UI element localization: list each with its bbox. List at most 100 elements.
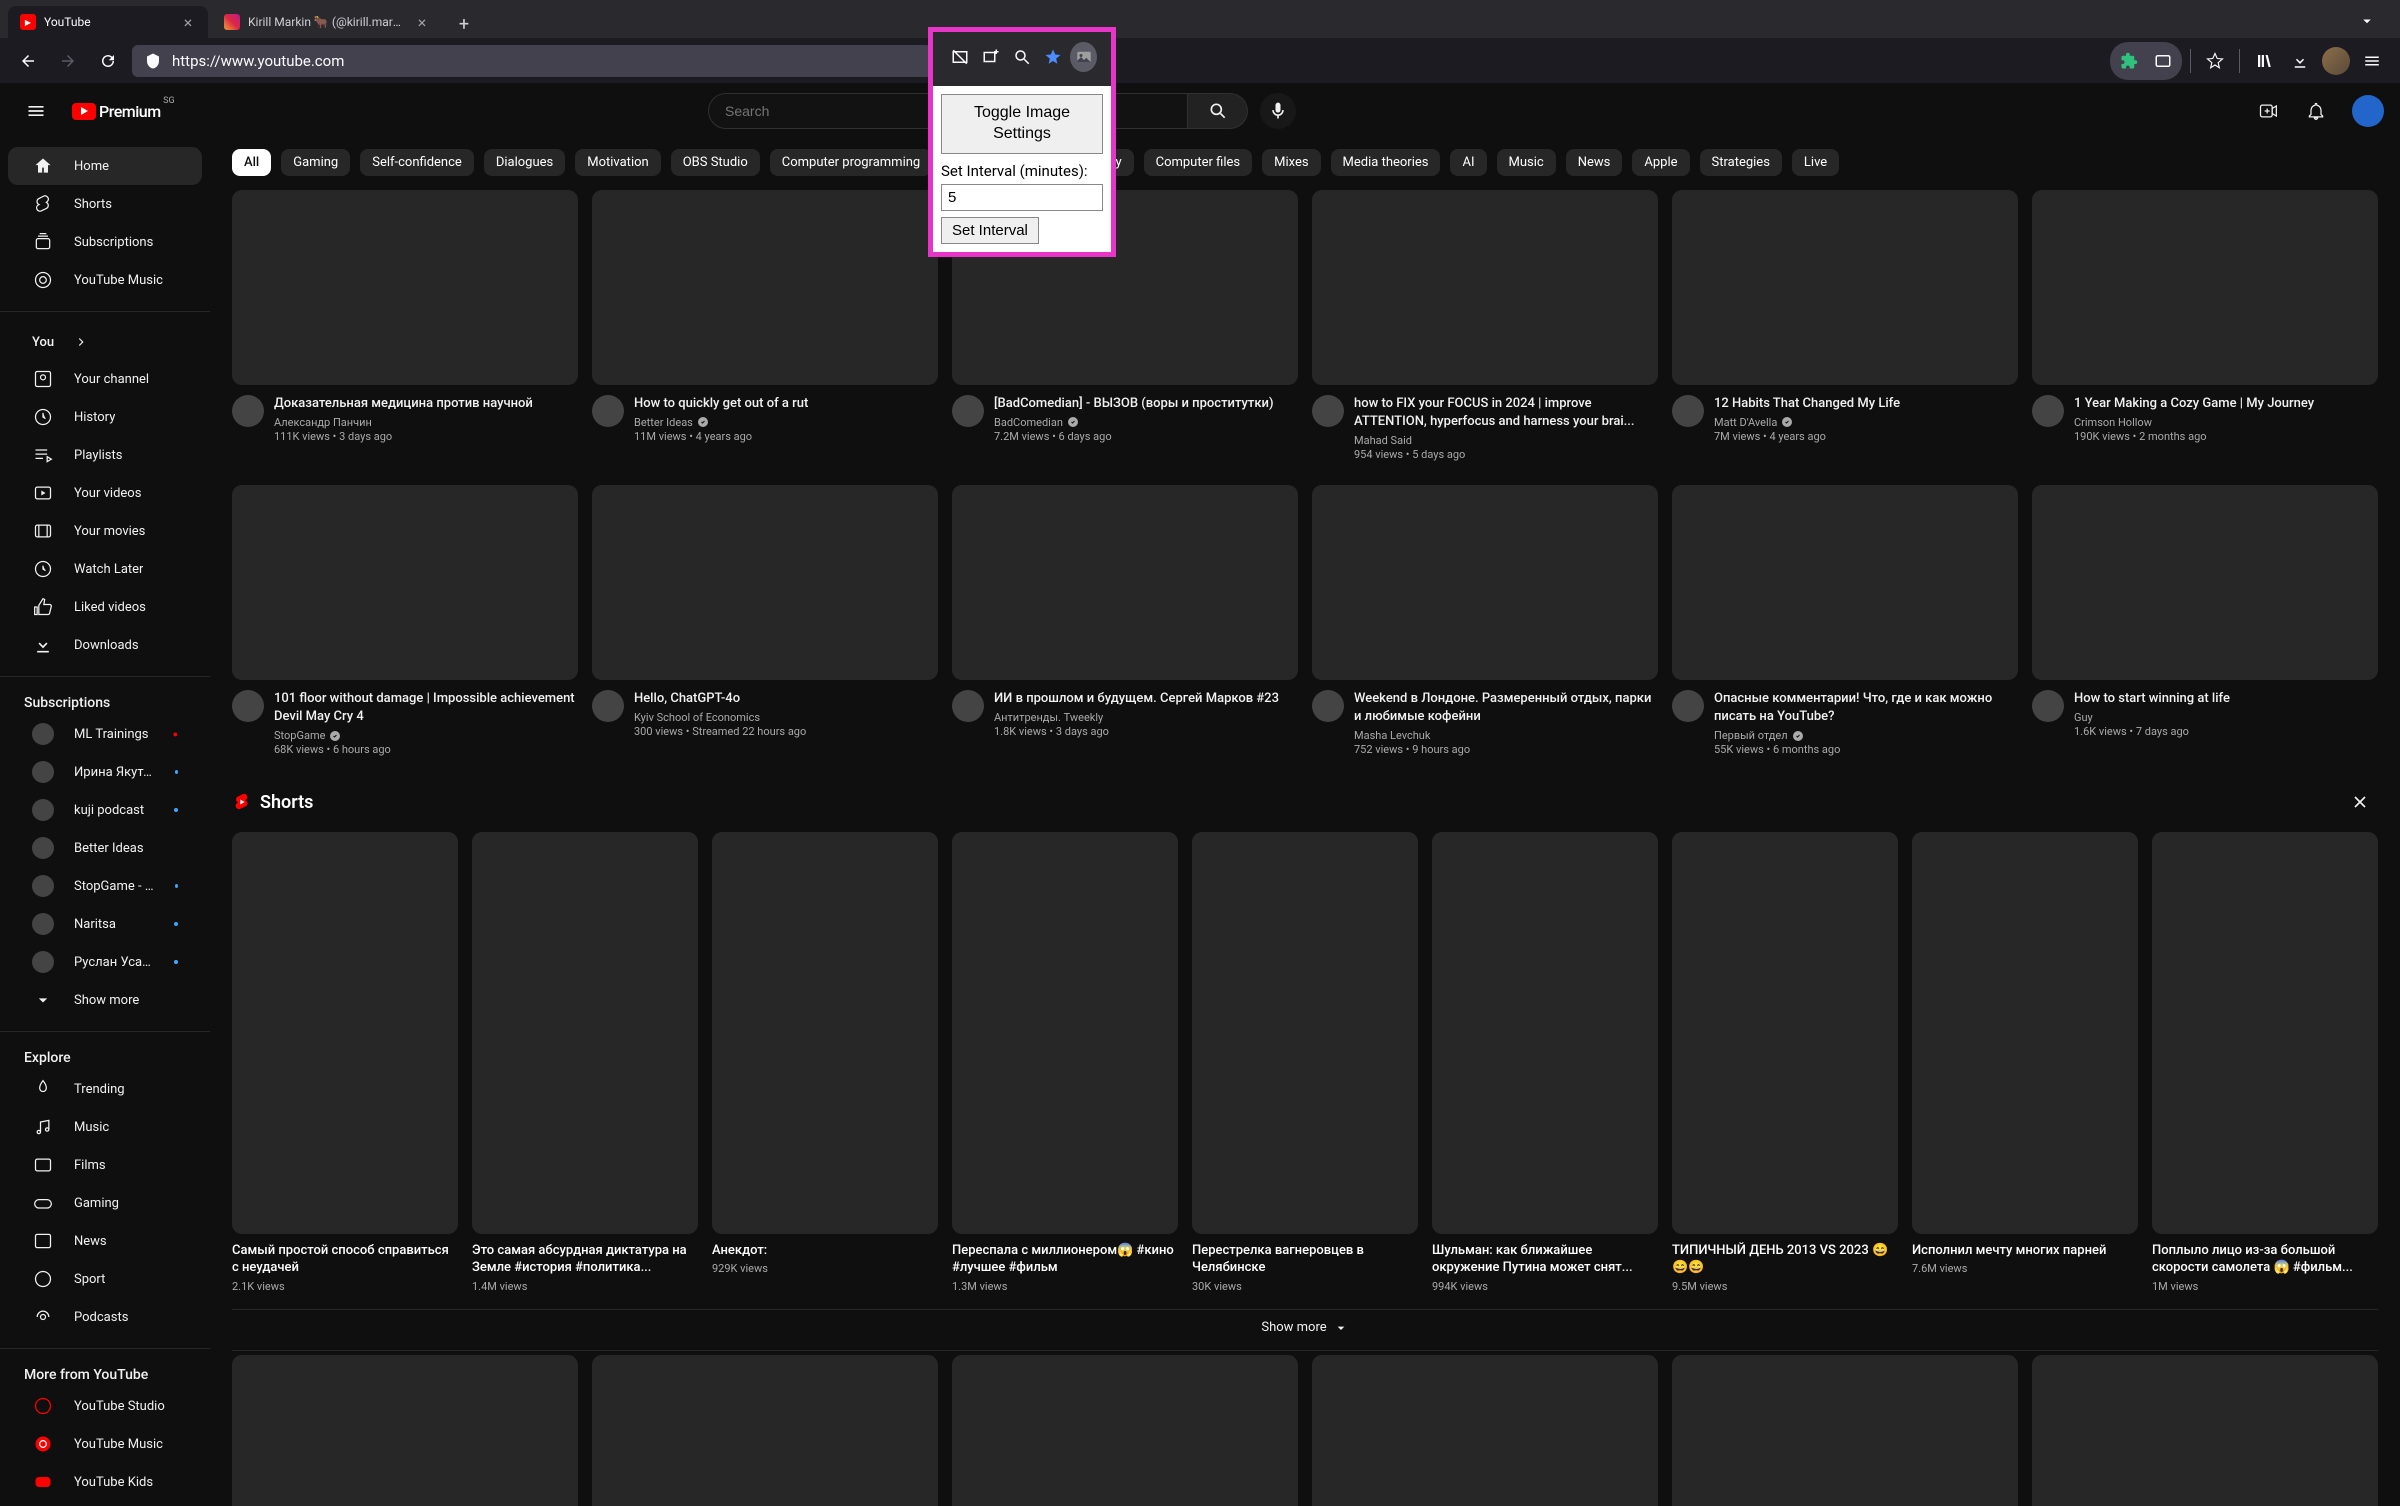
filter-chip[interactable]: Mixes [1262,149,1320,176]
filter-chip[interactable]: Strategies [1700,149,1782,176]
channel-avatar[interactable] [952,395,984,427]
video-card[interactable]: How to start winning at lifeGuy1.6K view… [2032,485,2378,756]
sidebar-item[interactable]: Shorts [8,185,202,223]
channel-name[interactable]: Mahad Said [1354,434,1658,447]
channel-name[interactable]: Первый отдел [1714,729,2018,742]
library-icon[interactable] [2248,45,2280,77]
address-bar[interactable]: https://www.youtube.com [132,45,932,77]
sidebar-item[interactable]: Руслан Усачев [8,943,202,981]
sidebar-item[interactable]: Your channel [8,360,202,398]
video-card[interactable]: 1 Year Making a Cozy Game | My JourneyCr… [2032,190,2378,461]
guide-menu-button[interactable] [16,91,56,131]
channel-name[interactable]: Crimson Hollow [2074,416,2378,429]
filter-chip[interactable]: Motivation [575,149,660,176]
channel-avatar[interactable] [232,395,264,427]
shorts-close-button[interactable] [2342,784,2378,820]
short-card[interactable]: Поплыло лицо из-за большой скорости само… [2152,832,2378,1293]
sidebar-item[interactable]: Ирина Якутенко [8,753,202,791]
new-tab-button[interactable]: + [450,10,478,38]
sidebar-item[interactable]: Your movies [8,512,202,550]
sidebar-item[interactable]: YouTube Kids [8,1463,202,1501]
search-button[interactable] [1188,93,1248,129]
video-card[interactable]: How to quickly get out of a rutBetter Id… [592,190,938,461]
filter-chip[interactable]: Gaming [281,149,350,176]
video-card[interactable]: Опасные комментарии! Что, где и как можн… [1672,485,2018,756]
sidebar-item[interactable]: Watch Later [8,550,202,588]
sidebar-item[interactable]: YouTube Music [8,1425,202,1463]
video-card[interactable]: Weekend в Лондоне. Размеренный отдых, па… [1312,485,1658,756]
channel-avatar[interactable] [1312,690,1344,722]
filter-chip[interactable]: All [232,149,271,176]
filter-chip[interactable]: Dialogues [484,149,565,176]
sidebar-item[interactable]: Playlists [8,436,202,474]
filter-chip[interactable]: Computer files [1144,149,1253,176]
channel-avatar[interactable] [592,690,624,722]
sidebar-item[interactable]: Films [8,1146,202,1184]
sidebar-item[interactable]: YouTube Studio [8,1387,202,1425]
video-card[interactable]: ИИ в прошлом и будущем. Сергей Марков #2… [952,485,1298,756]
voice-search-button[interactable] [1260,93,1296,129]
sidebar-item[interactable]: Subscriptions [8,223,202,261]
channel-name[interactable]: Kyiv School of Economics [634,711,938,724]
channel-avatar[interactable] [1312,395,1344,427]
image-settings-icon[interactable] [1070,42,1097,72]
filter-chip[interactable]: AI [1450,149,1486,176]
channel-name[interactable]: StopGame [274,729,578,742]
short-card[interactable]: Переспала с миллионером😱 #кино #лучшее #… [952,832,1178,1293]
sidebar-item[interactable]: Music [8,1108,202,1146]
channel-name[interactable]: Александр Панчин [274,416,578,429]
bookmark-star-icon[interactable] [2199,45,2231,77]
video-card[interactable]: 12 Habits That Changed My LifeMatt D'Ave… [1672,190,2018,461]
channel-avatar[interactable] [592,395,624,427]
toggle-image-settings-button[interactable]: Toggle Image Settings [941,94,1103,154]
sidebar-item[interactable]: Gaming [8,1184,202,1222]
channel-name[interactable]: Better Ideas [634,416,938,429]
add-window-icon[interactable] [978,42,1005,72]
sidebar-item[interactable]: Trending [8,1070,202,1108]
channel-name[interactable]: Антитренды. Tweekly [994,711,1298,724]
sidebar-item[interactable]: News [8,1222,202,1260]
sidebar-item[interactable]: Home [8,147,202,185]
filter-chip[interactable]: Media theories [1331,149,1441,176]
sidebar-item[interactable]: Better Ideas [8,829,202,867]
account-avatar[interactable] [2352,95,2384,127]
extension-puzzle-icon[interactable] [2112,44,2146,78]
browser-tab-active[interactable]: YouTube × [8,6,208,38]
screenshot-rect-icon[interactable] [2146,44,2180,78]
sidebar-item[interactable]: Sport [8,1260,202,1298]
short-card[interactable]: Анекдот:929K views [712,832,938,1293]
short-card[interactable]: ТИПИЧНЫЙ ДЕНЬ 2013 VS 2023 😄😄😄9.5M views [1672,832,1898,1293]
sidebar-item[interactable]: Your videos [8,474,202,512]
channel-name[interactable]: Masha Levchuk [1354,729,1658,742]
sidebar-item[interactable]: kuji podcast [8,791,202,829]
short-card[interactable]: Перестрелка вагнеровцев в Челябинске30K … [1192,832,1418,1293]
tabs-dropdown-button[interactable] [2342,8,2392,38]
video-card[interactable]: how to FIX your FOCUS in 2024 | improve … [1312,190,1658,461]
sidebar-item[interactable]: Downloads [8,626,202,664]
filter-chip[interactable]: OBS Studio [671,149,760,176]
youtube-logo[interactable]: Premium SG [72,102,161,121]
channel-avatar[interactable] [2032,395,2064,427]
channel-avatar[interactable] [1672,395,1704,427]
back-button[interactable] [12,45,44,77]
sidebar-item[interactable]: YouTube Music [8,261,202,299]
channel-name[interactable]: BadComedian [994,416,1298,429]
tab-close-icon[interactable]: × [180,14,196,30]
channel-avatar[interactable] [2032,690,2064,722]
sidebar-item[interactable]: StopGame - All a… [8,867,202,905]
filter-chip[interactable]: Live [1792,149,1839,176]
video-card[interactable]: Hello, ChatGPT-4oKyiv School of Economic… [592,485,938,756]
show-more-subs[interactable]: Show more [8,981,202,1019]
short-card[interactable]: Исполнил мечту многих парней7.6M views [1912,832,2138,1293]
video-card[interactable]: Доказательная медицина против научнойАле… [232,190,578,461]
channel-name[interactable]: Matt D'Avella [1714,416,2018,429]
video-card[interactable]: 101 floor without damage | Impossible ac… [232,485,578,756]
sidebar-item[interactable]: History [8,398,202,436]
you-section-header[interactable]: You [8,324,202,360]
create-button[interactable] [2248,91,2288,131]
channel-avatar[interactable] [1672,690,1704,722]
sidebar-item[interactable]: Naritsa [8,905,202,943]
reload-button[interactable] [92,45,124,77]
tab-close-icon[interactable]: × [414,14,430,30]
short-card[interactable]: Это самая абсурдная диктатура на Земле #… [472,832,698,1293]
